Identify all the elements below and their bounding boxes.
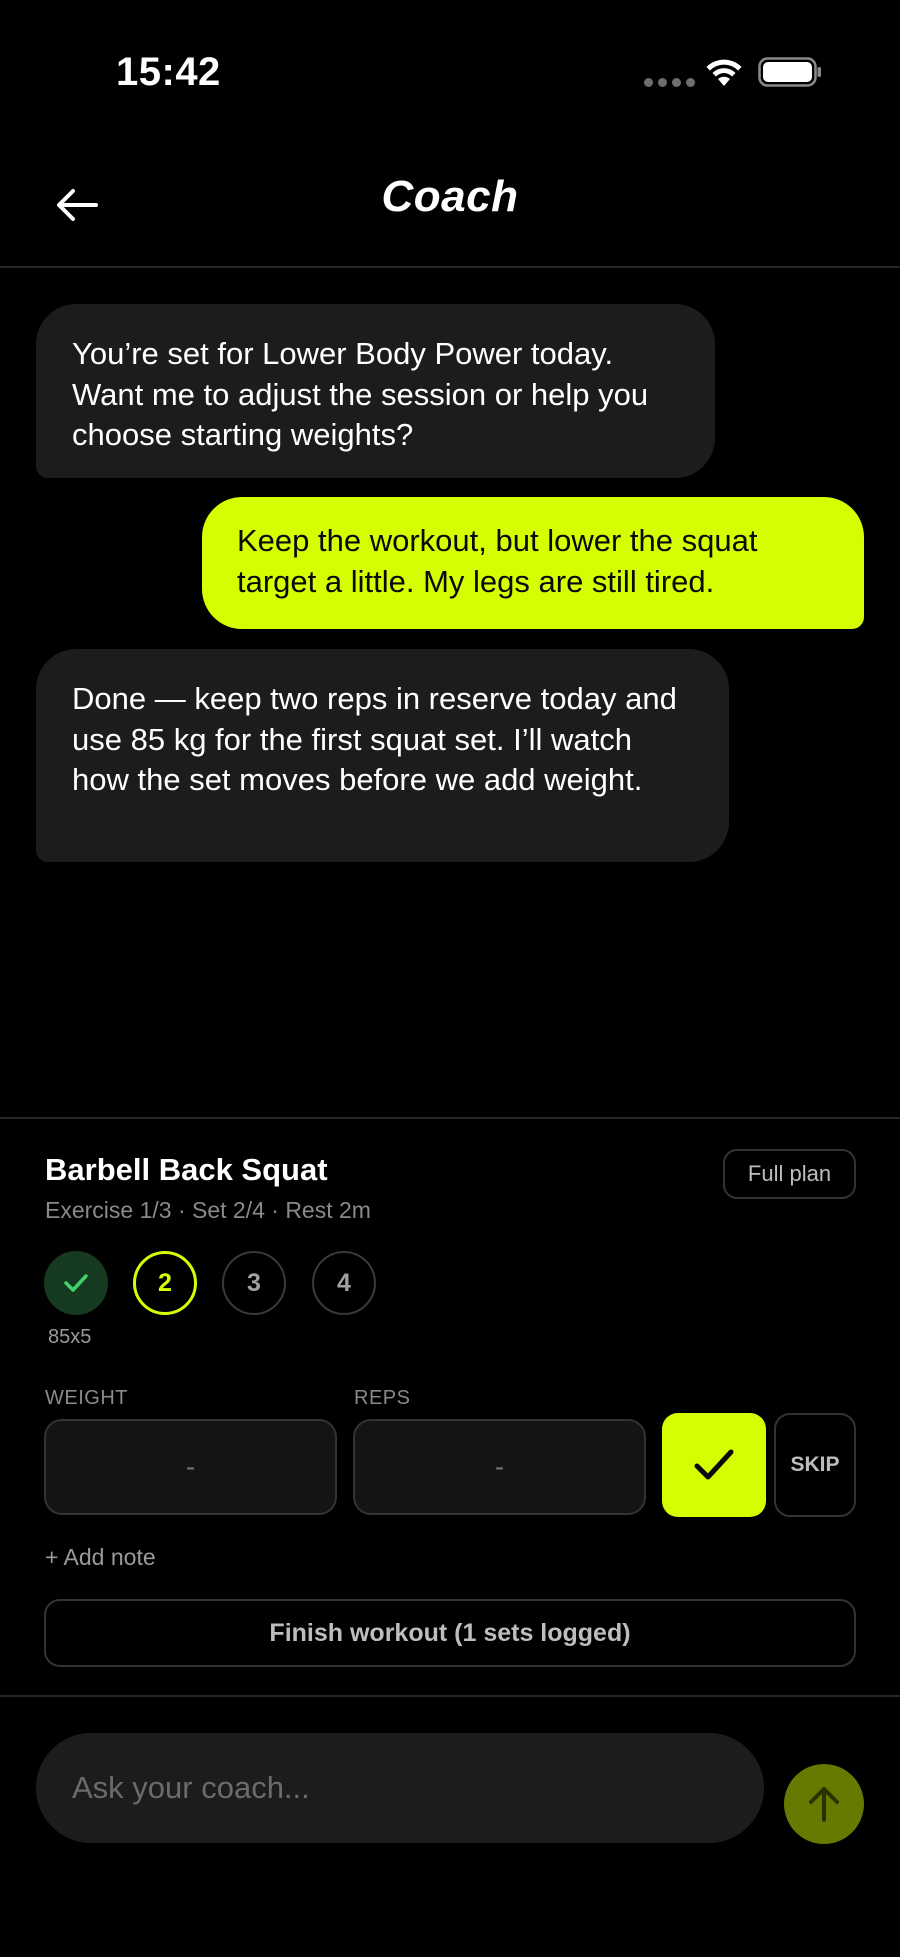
set-1-result: 85x5	[48, 1326, 92, 1348]
add-note-button[interactable]: + Add note	[45, 1544, 156, 1571]
page-title: Coach	[381, 172, 519, 221]
reps-label: REPS	[354, 1387, 411, 1409]
message-list: You’re set for Lower Body Power today. W…	[0, 268, 900, 1118]
send-button[interactable]	[784, 1764, 864, 1844]
finish-workout-button[interactable]: Finish workout (1 sets logged)	[44, 1599, 856, 1667]
full-plan-button[interactable]: Full plan	[723, 1149, 856, 1199]
signal-dots-icon	[644, 78, 695, 87]
skip-button[interactable]: SKIP	[774, 1413, 856, 1517]
wifi-icon	[706, 59, 742, 86]
weight-label: WEIGHT	[45, 1387, 128, 1409]
status-bar: 15:42	[0, 0, 900, 150]
coach-chat-screen: 15:42 Coach You’re set for Lower Body Po…	[0, 0, 900, 1957]
composer	[0, 1697, 900, 1957]
set-indicator-4[interactable]: 4	[312, 1251, 376, 1315]
chat-input[interactable]	[36, 1733, 764, 1843]
coach-message: Done — keep two reps in reserve today an…	[36, 649, 729, 862]
checkmark-icon	[64, 1274, 88, 1292]
exercise-name: Barbell Back Squat	[45, 1152, 328, 1187]
header: Coach	[0, 150, 900, 268]
weight-input[interactable]: -	[44, 1419, 337, 1515]
checkmark-icon	[694, 1449, 734, 1480]
set-indicator-3[interactable]: 3	[222, 1251, 286, 1315]
log-set-button[interactable]	[662, 1413, 766, 1517]
coach-message: You’re set for Lower Body Power today. W…	[36, 304, 715, 478]
battery-icon	[758, 57, 821, 87]
set-indicator-2[interactable]: 2	[133, 1251, 197, 1315]
set-indicator-1[interactable]	[44, 1251, 108, 1315]
arrow-up-icon	[809, 1787, 839, 1822]
workout-panel: Barbell Back Squat Exercise 1/3 · Set 2/…	[0, 1117, 900, 1697]
user-message: Keep the workout, but lower the squat ta…	[202, 497, 864, 629]
exercise-meta: Exercise 1/3 · Set 2/4 · Rest 2m	[45, 1197, 371, 1223]
status-time: 15:42	[116, 50, 221, 94]
reps-input[interactable]: -	[353, 1419, 646, 1515]
